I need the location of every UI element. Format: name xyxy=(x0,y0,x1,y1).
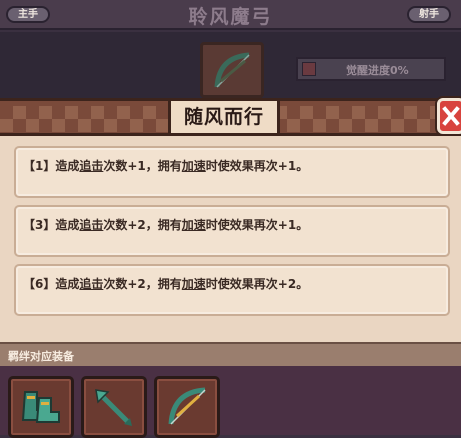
effect-card: 【1】造成追击次数+1，拥有加速时使效果再次+1。 xyxy=(14,146,450,198)
close-button[interactable] xyxy=(437,98,461,134)
equipment-slot-bow[interactable] xyxy=(154,376,220,438)
effect-text: 【6】造成追击次数+2，拥有加速时使效果再次+2。 xyxy=(23,277,309,291)
keyword-link[interactable]: 加速 xyxy=(182,277,206,291)
keyword-link[interactable]: 加速 xyxy=(182,218,206,232)
equipment-slot-boots[interactable] xyxy=(8,376,74,438)
equipment-slot-arrow[interactable] xyxy=(81,376,147,438)
bow-icon xyxy=(168,387,206,425)
close-icon xyxy=(442,106,460,126)
effects-list: 【1】造成追击次数+1，拥有加速时使效果再次+1。 【3】造成追击次数+2，拥有… xyxy=(14,146,450,323)
popup-title: 随风而行 xyxy=(183,106,264,128)
boots-icon xyxy=(21,391,60,423)
bond-equipment-header: 羁绊对应装备 xyxy=(0,342,461,366)
arrow-icon xyxy=(95,389,132,426)
class-tag: 射手 xyxy=(407,6,451,23)
effect-text: 【3】造成追击次数+2，拥有加速时使效果再次+1。 xyxy=(23,218,309,232)
keyword-link[interactable]: 追击 xyxy=(79,218,103,232)
weapon-title: 聆风魔弓 xyxy=(188,6,273,28)
awakening-progress: 觉醒进度0% xyxy=(296,57,446,81)
keyword-link[interactable]: 追击 xyxy=(79,277,103,291)
effect-text: 【1】造成追击次数+1，拥有加速时使效果再次+1。 xyxy=(23,159,309,173)
weapon-portrait xyxy=(200,42,264,98)
banner-pattern-right xyxy=(261,106,441,132)
bow-icon xyxy=(214,52,250,88)
banner-pattern-left xyxy=(0,106,180,132)
awakening-progress-label: 觉醒进度0% xyxy=(346,64,409,77)
upgrade-icon xyxy=(302,62,316,76)
bond-equipment-label: 羁绊对应装备 xyxy=(8,350,74,363)
effect-card: 【6】造成追击次数+2，拥有加速时使效果再次+2。 xyxy=(14,264,450,316)
popup-title-box: 随风而行 xyxy=(168,101,280,133)
background-header: 主手 聆风魔弓 射手 xyxy=(0,0,461,30)
effect-card: 【3】造成追击次数+2，拥有加速时使效果再次+1。 xyxy=(14,205,450,257)
equipment-row xyxy=(0,366,461,438)
keyword-link[interactable]: 加速 xyxy=(182,159,206,173)
popup-banner: 随风而行 xyxy=(0,98,461,136)
keyword-link[interactable]: 追击 xyxy=(79,159,103,173)
bond-popup: 随风而行 【1】造成追击次数+1，拥有加速时使效果再次+1。 【3】造成追击次数… xyxy=(0,98,461,438)
